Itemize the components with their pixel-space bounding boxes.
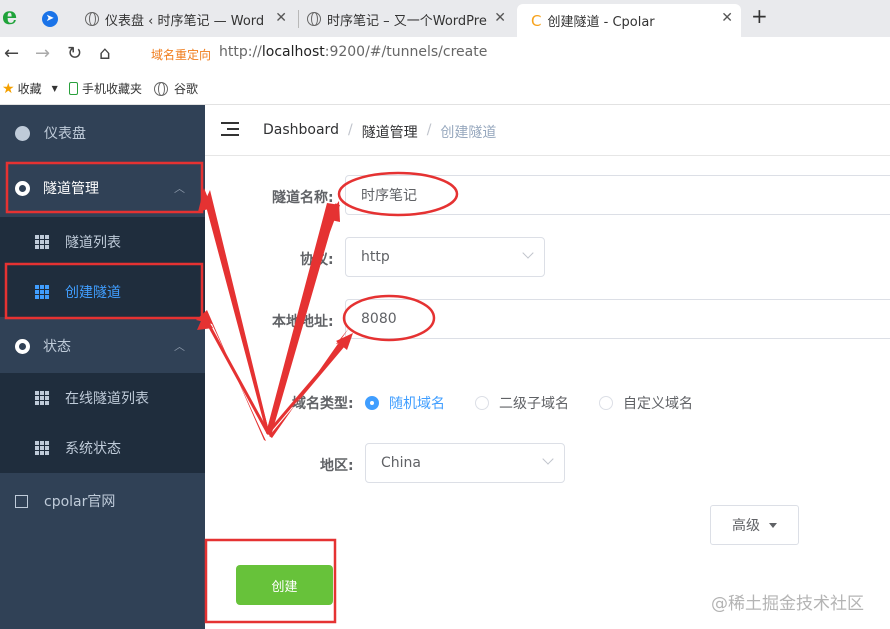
local-address-input[interactable]: 8080 [345, 299, 890, 339]
sidebar-item-create-tunnel[interactable]: 创建隧道 [0, 267, 205, 317]
breadcrumb-current: 创建隧道 [440, 125, 497, 141]
sidebar-item-tunnel-management[interactable]: 隧道管理 ︿ [0, 163, 205, 213]
globe-icon [307, 12, 321, 26]
cpolar-favicon-icon: C [531, 11, 542, 30]
dropdown-caret-icon: ▼ [51, 84, 58, 93]
home-icon[interactable]: ⌂ [99, 43, 110, 64]
close-tab-icon[interactable]: ✕ [275, 10, 287, 26]
sidebar-item-online-tunnels[interactable]: 在线隧道列表 [0, 373, 205, 423]
tunnel-name-input[interactable]: 时序笔记 [345, 175, 890, 215]
arrow-to-tunnel-mgmt [200, 186, 270, 436]
protocol-select[interactable]: http [345, 237, 545, 277]
protocol-label: 协议: [300, 252, 334, 268]
grid-icon [35, 285, 49, 299]
chevron-up-icon: ︿ [174, 340, 185, 353]
radio-custom-domain[interactable]: 自定义域名 [599, 393, 693, 413]
create-button[interactable]: 创建 [236, 565, 333, 605]
close-tab-icon[interactable]: ✕ [494, 10, 506, 26]
tab-dashboard-wordpress[interactable]: 仪表盘 ‹ 时序笔记 — WordPr ✕ [85, 4, 295, 34]
local-address-label: 本地地址: [272, 314, 334, 330]
bookmark-favorites[interactable]: ★ 收藏 ▼ [2, 80, 58, 97]
star-icon: ★ [2, 80, 15, 97]
watermark: @稀土掘金技术社区 [711, 594, 864, 614]
region-label: 地区: [320, 458, 354, 474]
tab-create-tunnel[interactable]: C 创建隧道 - Cpolar ✕ [517, 4, 741, 37]
grid-icon [35, 235, 49, 249]
url-field[interactable]: http://localhost:9200/#/tunnels/create [219, 44, 487, 60]
radio-subdomain[interactable]: 二级子域名 [475, 393, 569, 413]
grid-icon [35, 441, 49, 455]
sidebar-item-dashboard[interactable]: 仪表盘 [0, 108, 205, 158]
domain-type-label: 域名类型: [292, 396, 354, 412]
advanced-button[interactable]: 高级 [710, 505, 799, 545]
send-icon: ➤ [42, 11, 58, 27]
external-link-icon [15, 494, 28, 508]
bookmarks-bar: ★ 收藏 ▼ 手机收藏夹 谷歌 [0, 70, 890, 105]
radio-unchecked-icon [475, 396, 489, 410]
chevron-down-icon [522, 247, 534, 259]
address-bar: ← → ↻ ⌂ 域名重定向 http://localhost:9200/#/tu… [0, 37, 890, 70]
breadcrumb: Dashboard / 隧道管理 / 创建隧道 [263, 122, 497, 142]
back-icon[interactable]: ← [4, 43, 19, 64]
forward-icon[interactable]: → [35, 43, 50, 64]
radio-random-domain[interactable]: 随机域名 [365, 393, 445, 413]
sidebar-item-status[interactable]: 状态 ︿ [0, 321, 205, 371]
bookmark-google[interactable]: 谷歌 [154, 80, 198, 97]
status-icon [15, 338, 30, 354]
chevron-up-icon: ︿ [174, 182, 185, 195]
tab-divider [298, 10, 299, 28]
sidebar-item-cpolar-site[interactable]: cpolar官网 [0, 476, 205, 526]
header-divider [205, 155, 890, 156]
tunnel-icon [15, 180, 30, 196]
breadcrumb-tunnel-management[interactable]: 隧道管理 [362, 122, 418, 142]
dashboard-icon [15, 125, 30, 141]
reload-icon[interactable]: ↻ [67, 43, 82, 64]
breadcrumb-dashboard[interactable]: Dashboard [263, 122, 339, 142]
pinned-tab[interactable]: ➤ [42, 4, 62, 34]
radio-unchecked-icon [599, 396, 613, 410]
hamburger-icon[interactable] [221, 122, 239, 136]
region-select[interactable]: China [365, 443, 565, 483]
sidebar-item-tunnel-list[interactable]: 隧道列表 [0, 217, 205, 267]
arrow-to-port [269, 328, 350, 438]
tab-wordpress-site[interactable]: 时序笔记 – 又一个WordPress ✕ [307, 4, 514, 34]
sidebar: 仪表盘 隧道管理 ︿ 隧道列表 创建隧道 状态 ︿ 在线隧道列表 系统状态 cp… [0, 105, 205, 629]
redirect-label: 域名重定向 [151, 48, 212, 62]
tunnel-name-label: 隧道名称: [272, 190, 334, 206]
phone-icon [69, 82, 78, 95]
close-tab-icon[interactable]: ✕ [721, 10, 733, 26]
caret-down-icon [769, 522, 777, 528]
chevron-down-icon [542, 453, 554, 465]
grid-icon [35, 391, 49, 405]
new-tab-button[interactable]: + [751, 4, 768, 28]
globe-icon [154, 81, 168, 96]
globe-icon [85, 12, 99, 26]
radio-checked-icon [365, 396, 379, 410]
bookmark-mobile[interactable]: 手机收藏夹 [69, 80, 142, 97]
arrow-to-create-tunnel [196, 310, 266, 441]
browser-tab-bar: e ➤ 仪表盘 ‹ 时序笔记 — WordPr ✕ 时序笔记 – 又一个Word… [0, 0, 890, 37]
sidebar-item-system-status[interactable]: 系统状态 [0, 423, 205, 473]
browser-logo-icon: e [2, 1, 18, 30]
